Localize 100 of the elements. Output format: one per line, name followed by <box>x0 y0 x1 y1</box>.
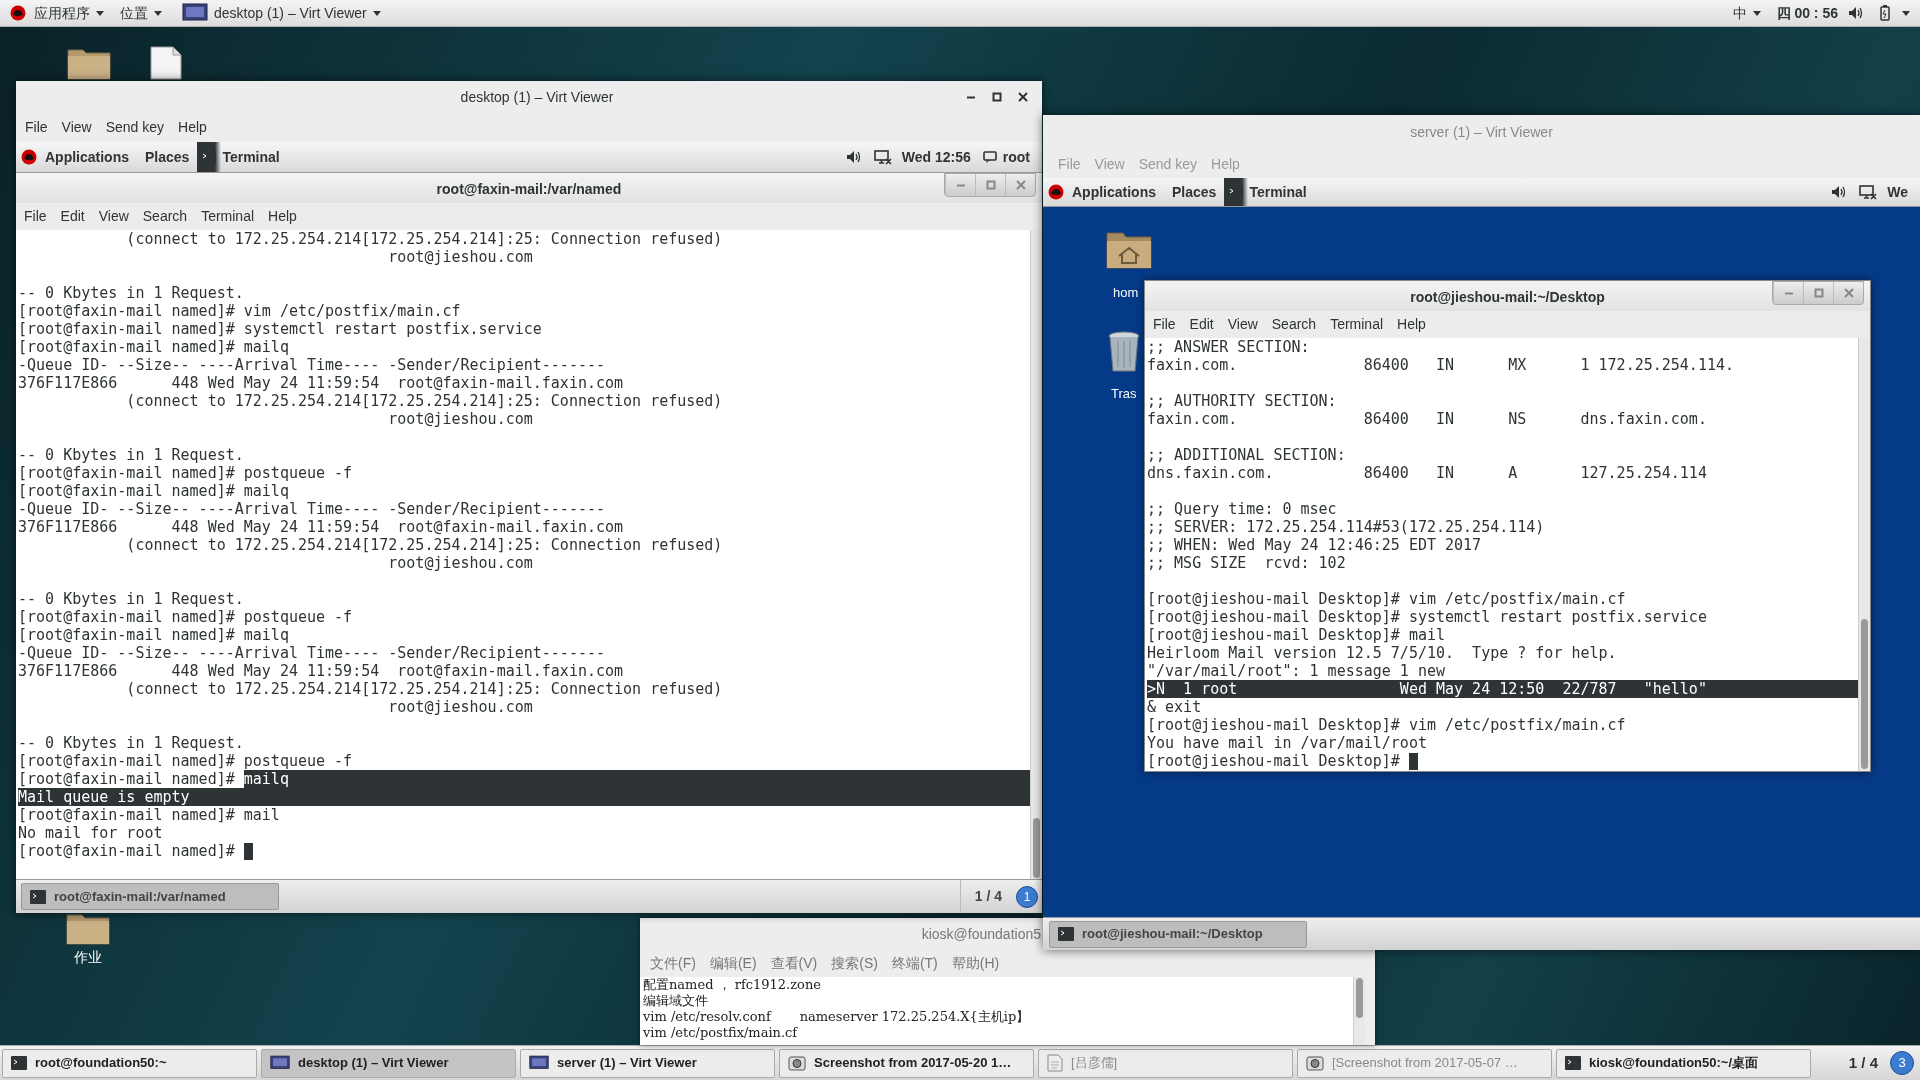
scrollbar-track[interactable] <box>1030 230 1042 879</box>
terminal-line: (connect to 172.25.254.214[172.25.254.214]:25: Connection refused) <box>125 392 723 410</box>
menu-item[interactable]: File <box>18 117 55 138</box>
guest-task-button[interactable]: root@faxin-mail:/var/named <box>21 883 279 910</box>
network-icon[interactable] <box>873 149 892 165</box>
folder-icon[interactable] <box>67 46 111 80</box>
terminal-line: 376F117E866 448 Wed May 24 11:59:54 root@faxin-mail.faxin.com <box>18 374 624 392</box>
terminal-line: [root@jieshou-mail Desktop]# vim /etc/postfix/main.cf <box>1147 590 1626 608</box>
panel-menu[interactable]: Places <box>1164 181 1225 203</box>
terminal-line: 配置named ， rfc1912.zone <box>643 977 822 993</box>
caret-icon[interactable] <box>1902 10 1910 16</box>
terminal-line: -- 0 Kbytes in 1 Request. <box>18 446 244 464</box>
menu-item[interactable]: File <box>1146 314 1183 335</box>
camera-icon <box>788 1054 806 1072</box>
menu-item[interactable]: Help <box>261 206 304 227</box>
panel-menu[interactable]: Applications <box>37 146 137 168</box>
terminal-line: 376F117E866 448 Wed May 24 11:59:54 root@faxin-mail.faxin.com <box>18 662 624 680</box>
terminal-line: [root@faxin-mail named]# systemctl restart postfix.service <box>18 320 542 338</box>
menu-item[interactable]: 编辑(E) <box>702 953 764 974</box>
menu-item[interactable]: 搜索(S) <box>824 953 885 974</box>
menu-item[interactable]: View <box>91 206 136 227</box>
menu-item[interactable]: 帮助(H) <box>944 953 1007 974</box>
terminal-line: ;; SERVER: 172.25.254.114#53(172.25.254.114) <box>1147 518 1545 536</box>
terminal-line: root@jieshou.com <box>387 554 533 572</box>
terminal-line: -- 0 Kbytes in 1 Request. <box>18 734 244 752</box>
maximize-icon[interactable] <box>992 92 1002 102</box>
menu-item[interactable]: Terminal <box>194 206 262 227</box>
trash-icon[interactable] <box>1107 331 1141 373</box>
menu-item[interactable]: File <box>17 206 54 227</box>
terminal-line: [root@faxin-mail named]# mailq <box>18 338 289 356</box>
input-method-menu[interactable]: 中 <box>1726 0 1767 26</box>
menu-item[interactable]: View <box>1220 314 1265 335</box>
desktop-icon-label[interactable]: 作业 <box>74 947 102 968</box>
scrollbar-thumb[interactable] <box>1033 818 1040 878</box>
desktop-icon-label[interactable]: hom <box>1113 283 1139 303</box>
top-bar-menu[interactable]: 应用程序 <box>26 0 112 26</box>
menu-item[interactable]: 终端(T) <box>884 953 945 974</box>
notification-badge[interactable]: 1 <box>1016 885 1038 908</box>
caret-icon <box>372 10 381 16</box>
scrollbar-track[interactable] <box>1353 977 1365 1045</box>
terminal-line: faxin.com. 86400 IN NS dns.faxin.com. <box>1147 410 1707 428</box>
terminal-line: 编辑域文件 <box>643 993 709 1009</box>
terminal-line: [root@faxin-mail named]# postqueue -f <box>18 464 353 482</box>
terminal-line: [root@faxin-mail named]# mailq <box>18 626 289 644</box>
menu-item[interactable]: View <box>54 117 99 138</box>
terminal-line: ;; Query time: 0 msec <box>1147 500 1337 518</box>
menu-item[interactable]: Help <box>171 117 214 138</box>
network-icon[interactable] <box>1859 184 1878 200</box>
terminal-icon <box>11 1056 27 1070</box>
redhat-logo-icon <box>1048 184 1064 200</box>
taskbar-button[interactable]: Screenshot from 2017-05-20 1… <box>779 1048 1034 1078</box>
panel-clock[interactable]: We <box>1877 181 1920 203</box>
volume-icon[interactable] <box>845 150 862 164</box>
terminal-line: [root@jieshou-mail Desktop]# <box>1147 752 1401 770</box>
menu-item[interactable]: Search <box>1264 314 1324 335</box>
menu-item[interactable]: Edit <box>53 206 92 227</box>
notification-badge[interactable]: 3 <box>1890 1051 1914 1075</box>
scrollbar-track[interactable] <box>1858 338 1870 771</box>
minimize-icon[interactable] <box>966 95 976 99</box>
menu-item[interactable]: Search <box>135 206 195 227</box>
battery-icon[interactable] <box>1878 5 1892 21</box>
workspace-pager[interactable]: 1 / 4 <box>959 880 1016 913</box>
top-bar-menu[interactable]: 位置 <box>112 0 170 26</box>
terminal-line: -Queue ID- --Size-- ----Arrival Time---- -Sender/Recipient------- <box>18 500 605 518</box>
menu-item[interactable]: Help <box>1390 314 1433 335</box>
folder-icon[interactable] <box>66 911 110 945</box>
volume-icon[interactable] <box>1848 6 1864 20</box>
chat-icon <box>982 150 997 164</box>
panel-menu[interactable]: Applications <box>1064 181 1164 203</box>
menu-item[interactable]: Terminal <box>1323 314 1391 335</box>
active-window-menu[interactable]: desktop (1) – Virt Viewer <box>178 0 385 26</box>
panel-clock[interactable]: Wed 12:56 <box>891 146 983 168</box>
scrollbar-thumb[interactable] <box>1356 978 1363 1018</box>
terminal-line: -- 0 Kbytes in 1 Request. <box>18 590 244 608</box>
close-icon[interactable] <box>1018 92 1028 102</box>
monitor-icon <box>529 1055 549 1071</box>
volume-icon[interactable] <box>1831 185 1848 199</box>
menu-item[interactable]: Edit <box>1182 314 1221 335</box>
menu-item[interactable]: 文件(F) <box>643 953 703 974</box>
taskbar-button[interactable]: server (1) – Virt Viewer <box>520 1048 775 1078</box>
terminal-line: You have mail in /var/mail/root <box>1147 734 1427 752</box>
clock[interactable]: 四 00 : 56 <box>1766 2 1848 24</box>
scrollbar-thumb[interactable] <box>1861 619 1868 769</box>
redhat-logo-icon <box>21 149 37 165</box>
terminal-line: root@jieshou.com <box>387 410 533 428</box>
menu-item[interactable]: Send key <box>98 117 172 138</box>
taskbar-button[interactable]: root@foundation50:~ <box>2 1048 257 1078</box>
guest-task-button[interactable]: root@jieshou-mail:~/Desktop <box>1049 920 1307 948</box>
panel-menu[interactable]: Places <box>137 146 198 168</box>
home-folder-icon[interactable] <box>1106 229 1152 269</box>
taskbar-button[interactable]: kiosk@foundation50:~/桌面 <box>1556 1048 1811 1078</box>
taskbar-button[interactable]: desktop (1) – Virt Viewer <box>261 1048 516 1078</box>
terminal-line: (connect to 172.25.254.214[172.25.254.214]:25: Connection refused) <box>125 680 723 698</box>
user-menu[interactable]: root <box>982 146 1042 168</box>
monitor-icon <box>270 1055 290 1071</box>
menu-item[interactable]: 查看(V) <box>763 953 825 974</box>
file-icon[interactable] <box>147 46 183 80</box>
selected-text: mailq <box>243 770 1030 788</box>
desktop-icon-label[interactable]: Tras <box>1111 384 1137 404</box>
workspace-pager[interactable]: 1 / 4 <box>1840 1051 1886 1075</box>
